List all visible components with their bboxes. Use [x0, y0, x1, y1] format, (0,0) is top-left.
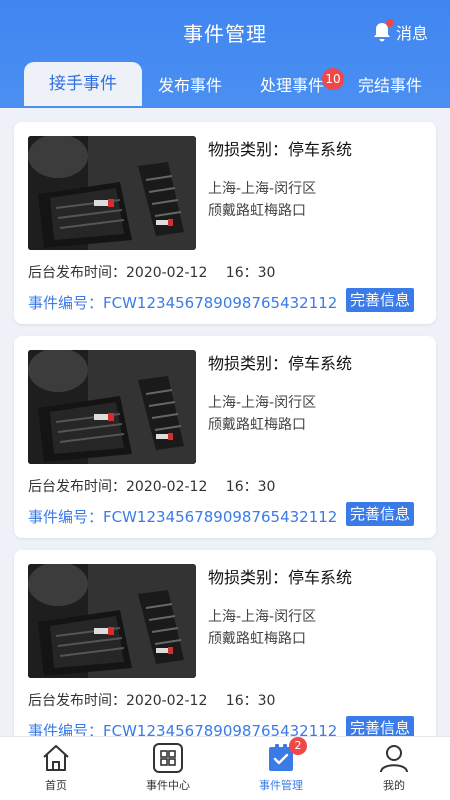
tab-label: 处理事件: [259, 76, 324, 95]
event-code: 事件编号：FCW123456789098765432112: [28, 722, 338, 736]
event-tabs: 接手事件 发布事件 处理事件 10 完结事件: [0, 62, 450, 106]
address-region: 上海-上海-闵行区: [208, 609, 317, 625]
tab-label: 接手事件: [49, 74, 117, 94]
event-photo: [28, 350, 196, 464]
tab-received[interactable]: 接手事件: [24, 62, 142, 106]
messages-button[interactable]: 消息: [372, 19, 428, 44]
messages-label: 消息: [395, 24, 428, 43]
tabbar-label: 事件管理: [259, 779, 303, 792]
event-code: 事件编号：FCW123456789098765432112: [28, 508, 338, 526]
grid-icon: [152, 743, 184, 773]
complete-info-button[interactable]: 完善信息: [346, 502, 415, 526]
tabbar-home[interactable]: 首页: [0, 737, 112, 800]
damage-category: 物损类别：停车系统: [208, 140, 353, 159]
tabbar-event-center[interactable]: 事件中心: [112, 737, 224, 800]
event-photo: [28, 136, 196, 250]
tab-completed[interactable]: 完结事件: [346, 66, 434, 106]
tab-processing[interactable]: 处理事件 10: [248, 66, 344, 106]
app-header: 事件管理 消息 接手事件 发布事件 处理事件 10 完结事件: [0, 0, 450, 108]
address-street: 颀戴路虹梅路口: [208, 417, 306, 433]
damage-category: 物损类别：停车系统: [208, 568, 353, 587]
bell-icon: [372, 19, 394, 43]
damage-category: 物损类别：停车系统: [208, 354, 353, 373]
event-card[interactable]: 物损类别：停车系统 上海-上海-闵行区 颀戴路虹梅路口 后台发布时间：2020-…: [14, 336, 436, 538]
tabbar-label: 我的: [383, 779, 405, 792]
event-card[interactable]: 物损类别：停车系统 上海-上海-闵行区 颀戴路虹梅路口 后台发布时间：2020-…: [14, 550, 436, 736]
publish-time: 后台发布时间：2020-02-12 16：30: [28, 479, 276, 495]
publish-time: 后台发布时间：2020-02-12 16：30: [28, 265, 276, 281]
home-icon: [40, 743, 72, 773]
address-street: 颀戴路虹梅路口: [208, 203, 306, 219]
address-region: 上海-上海-闵行区: [208, 181, 317, 197]
notification-dot: [385, 19, 394, 27]
tabbar-profile[interactable]: 我的: [338, 737, 450, 800]
tabbar-event-management[interactable]: 2 事件管理: [225, 737, 337, 800]
tabbar-label: 首页: [45, 779, 67, 792]
bottom-tab-bar: 首页 事件中心 2 事件管理 我的: [0, 736, 450, 800]
processing-count-badge: 10: [322, 68, 344, 90]
complete-info-button[interactable]: 完善信息: [346, 288, 415, 312]
user-icon: [378, 743, 410, 773]
complete-info-button[interactable]: 完善信息: [346, 716, 415, 736]
event-list[interactable]: 物损类别：停车系统 上海-上海-闵行区 颀戴路虹梅路口 后台发布时间：2020-…: [0, 108, 450, 736]
address-region: 上海-上海-闵行区: [208, 395, 317, 411]
tab-published[interactable]: 发布事件: [146, 66, 234, 106]
event-code: 事件编号：FCW123456789098765432112: [28, 294, 338, 312]
event-card[interactable]: 物损类别：停车系统 上海-上海-闵行区 颀戴路虹梅路口 后台发布时间：2020-…: [14, 122, 436, 324]
tabbar-label: 事件中心: [146, 779, 190, 792]
tab-label: 完结事件: [357, 76, 422, 95]
event-photo: [28, 564, 196, 678]
publish-time: 后台发布时间：2020-02-12 16：30: [28, 693, 276, 709]
event-management-badge: 2: [289, 737, 307, 755]
address-street: 颀戴路虹梅路口: [208, 631, 306, 647]
tab-label: 发布事件: [157, 76, 222, 95]
